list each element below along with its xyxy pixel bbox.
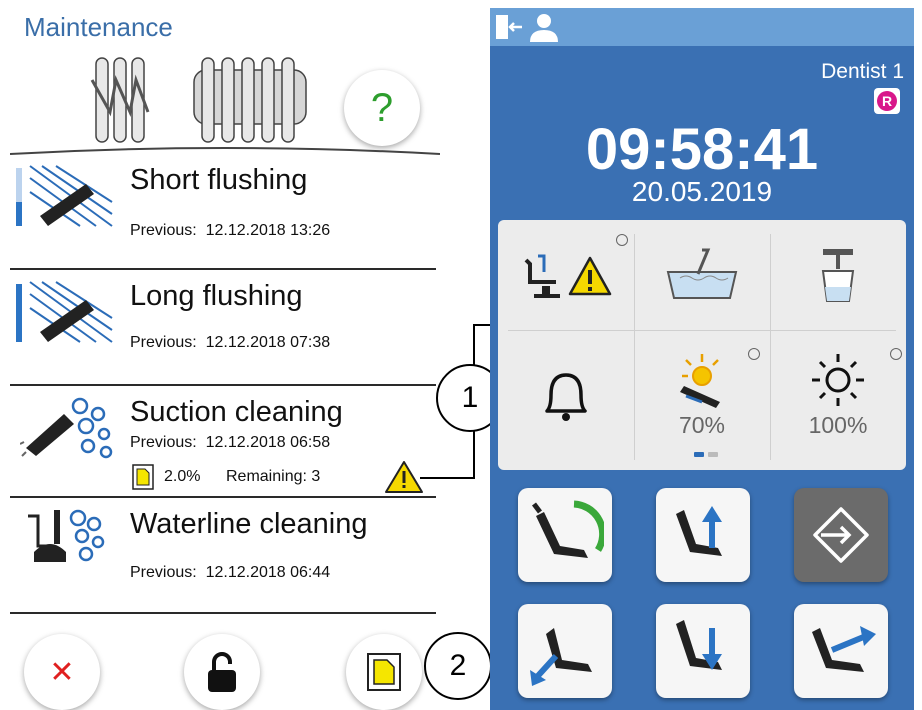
cuspidor-bowl-icon [666,248,738,299]
bell-cell[interactable] [498,330,634,460]
page-indicator[interactable] [708,452,718,457]
chair-tilt-down-icon [530,628,592,686]
operating-light-percent: 70% [678,411,726,438]
chair-program-enter[interactable] [794,488,888,582]
badge-label: R [877,91,897,111]
chair-status-cell[interactable] [498,220,634,330]
logout-icon[interactable] [494,12,574,42]
chair-tilt-down[interactable] [518,604,612,698]
chair-backrest-up[interactable] [656,488,750,582]
dental-chair-warning-icon [524,254,612,298]
backrest-down-icon [676,620,722,670]
enter-icon [813,507,869,563]
clock-date: 20.05.2019 [631,176,773,207]
top-bar [490,8,914,46]
registered-badge: R [874,88,900,114]
cup-filler-icon [821,249,855,302]
page-indicator-active[interactable] [694,452,704,457]
user-name: Dentist 1 [821,60,904,83]
dental-unit-panel: Dentist 1 R 09:58:41 20.05.2019 70% 100% [490,8,914,710]
chair-program-auto-return[interactable] [518,488,612,582]
room-light-cell[interactable]: 100% [770,330,906,460]
clock-time: 09:58:41 [585,117,819,182]
status-led [748,348,760,360]
callout-2: 2 [424,632,492,700]
cup-filler-cell[interactable] [770,220,906,330]
operating-light-icon [680,353,720,408]
chair-tilt-up[interactable] [794,604,888,698]
chair-backrest-down[interactable] [656,604,750,698]
room-light-icon [812,353,864,406]
status-led [890,348,902,360]
room-light-percent: 100% [808,411,868,438]
chair-return-icon [532,500,604,558]
chair-tilt-up-icon [812,626,876,672]
status-led [616,234,628,246]
bell-icon [545,373,587,421]
status-grid: 70% 100% [498,220,906,470]
backrest-up-icon [676,506,722,556]
cuspidor-cell[interactable] [634,220,770,330]
